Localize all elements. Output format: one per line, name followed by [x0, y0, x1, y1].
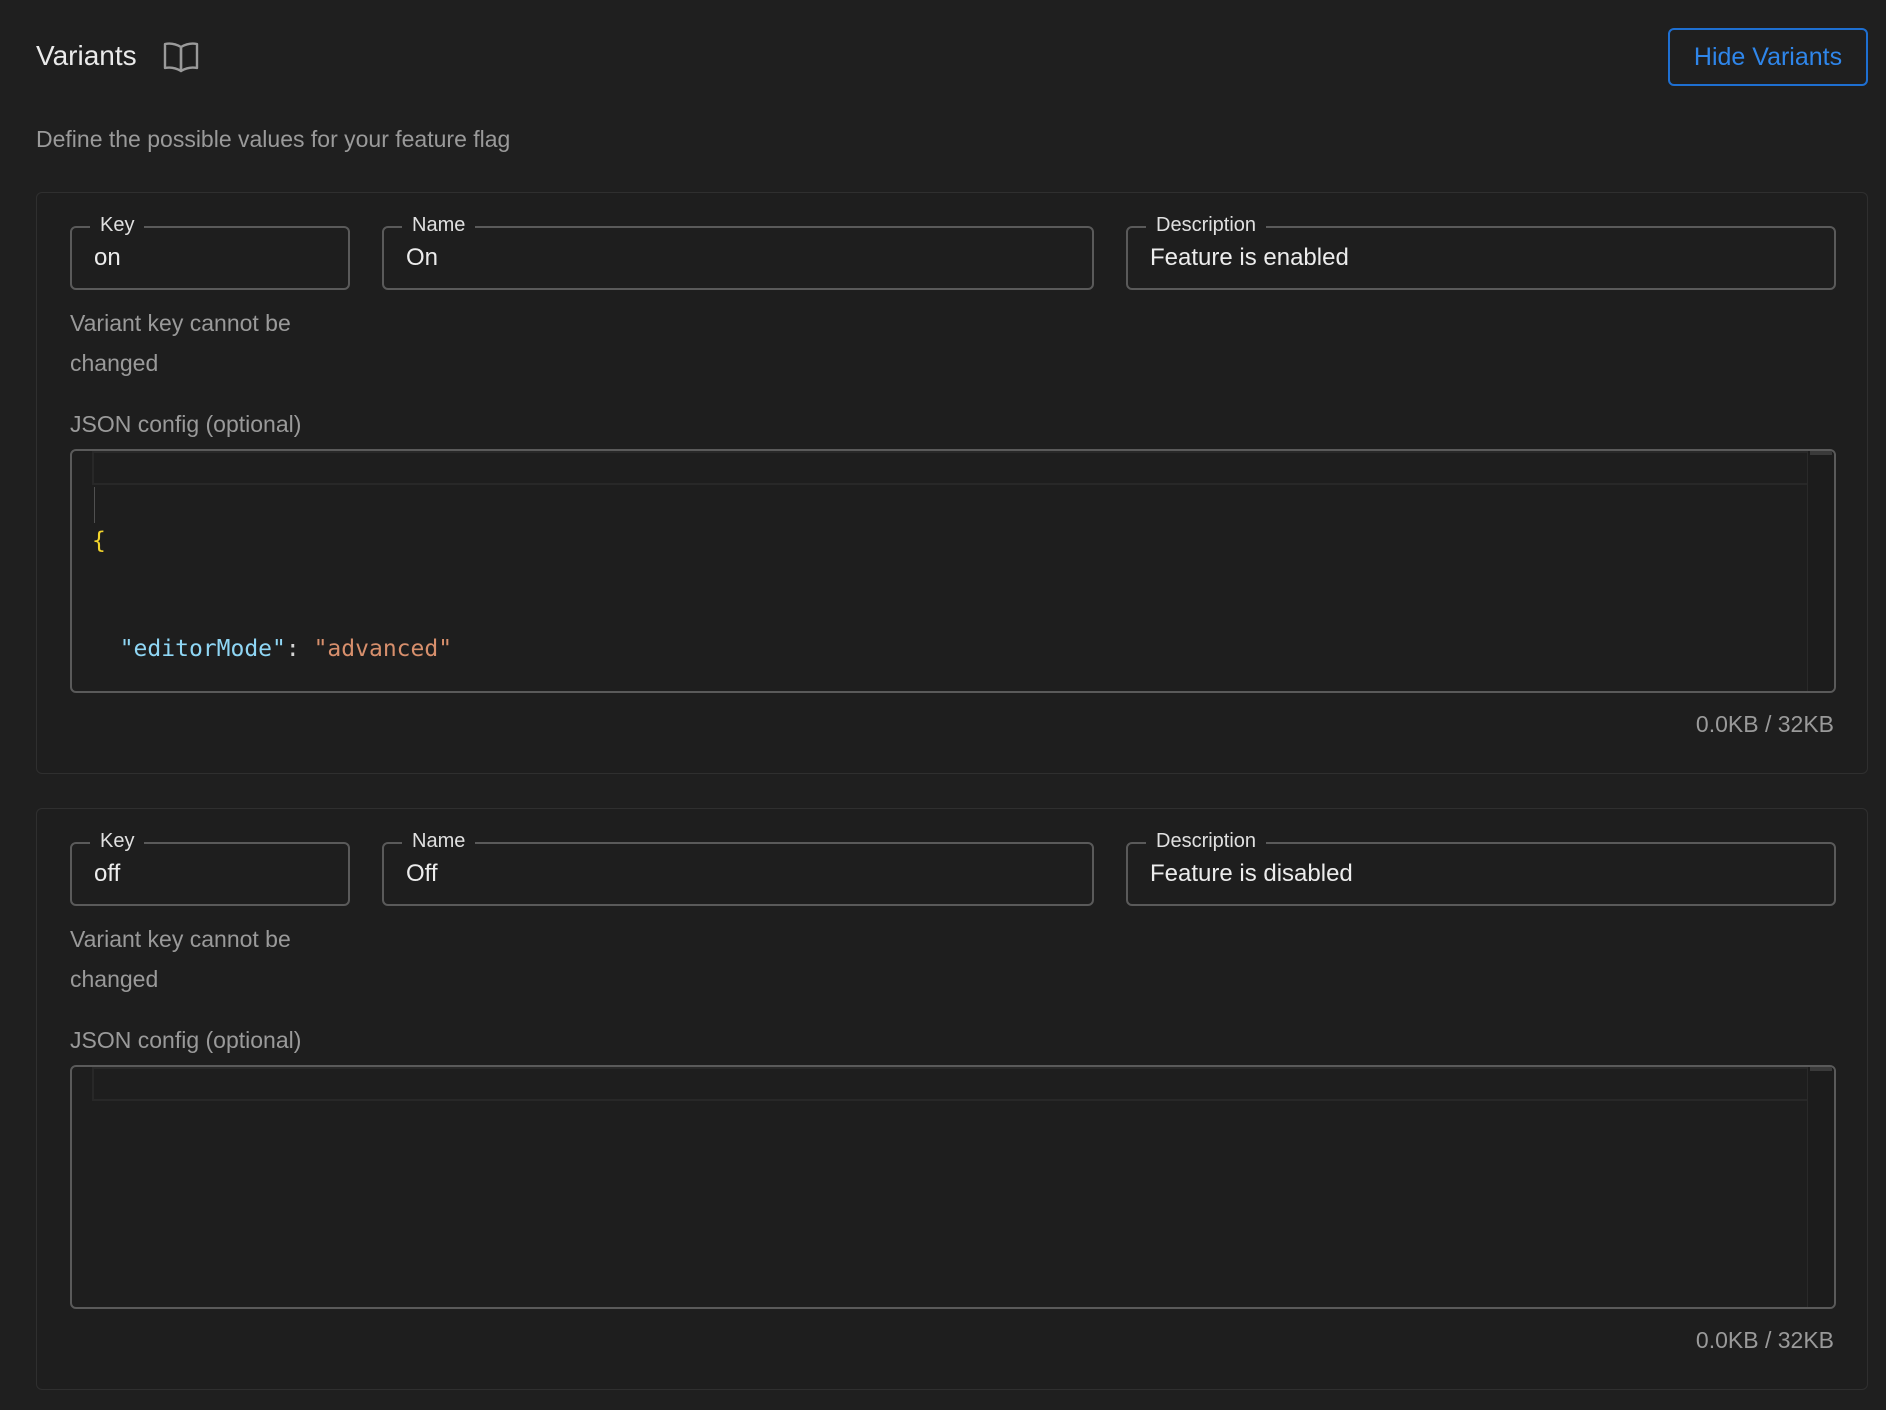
- json-colon: :: [285, 636, 314, 662]
- key-label: Key: [90, 829, 145, 853]
- variant-key-field[interactable]: Key on: [70, 213, 350, 290]
- section-title: Variants: [36, 40, 137, 71]
- key-label: Key: [90, 213, 145, 237]
- name-value: On: [406, 244, 439, 271]
- editor-scrollbar[interactable]: [1807, 1067, 1834, 1307]
- json-config-editor[interactable]: { "editorMode": "advanced" }: [70, 449, 1836, 693]
- variant-description-field[interactable]: Description Feature is disabled: [1126, 829, 1836, 906]
- variant-name-field[interactable]: Name On: [382, 213, 1094, 290]
- hide-variants-button[interactable]: Hide Variants: [1668, 28, 1868, 86]
- description-value: Feature is disabled: [1150, 860, 1353, 887]
- variant-key-field[interactable]: Key off: [70, 829, 350, 906]
- editor-scrollbar-thumb[interactable]: [1810, 451, 1832, 455]
- description-value: Feature is enabled: [1150, 244, 1349, 271]
- variants-panel: Variants Hide Variants Define the possib…: [0, 0, 1886, 1410]
- variant-name-field[interactable]: Name Off: [382, 829, 1094, 906]
- description-label: Description: [1146, 213, 1267, 237]
- name-label: Name: [402, 213, 476, 237]
- name-value: Off: [406, 860, 438, 887]
- json-size-readout: 0.0KB / 32KB: [1695, 711, 1834, 737]
- book-icon[interactable]: [162, 40, 200, 74]
- variant-description-field[interactable]: Description Feature is enabled: [1126, 213, 1836, 290]
- key-helper-text: Variant key cannot be changed: [70, 310, 291, 376]
- json-size-readout: 0.0KB / 32KB: [1695, 1327, 1834, 1353]
- key-value: on: [94, 244, 121, 271]
- description-label: Description: [1146, 829, 1267, 853]
- json-config-editor[interactable]: [70, 1065, 1836, 1309]
- editor-scrollbar-thumb[interactable]: [1810, 1067, 1832, 1071]
- section-subtitle: Define the possible values for your feat…: [36, 126, 511, 152]
- editor-scrollbar[interactable]: [1807, 451, 1834, 691]
- json-key: "editorMode": [119, 636, 286, 662]
- current-line-highlight: [92, 1067, 1832, 1101]
- key-helper-text: Variant key cannot be changed: [70, 926, 291, 992]
- key-value: off: [94, 860, 121, 887]
- variant-card: Key on Name On Description Feature is en…: [36, 192, 1868, 774]
- json-value: "advanced": [313, 636, 453, 662]
- json-code: { "editorMode": "advanced" }: [92, 451, 453, 691]
- json-open-brace: {: [92, 528, 106, 554]
- json-config-label: JSON config (optional): [70, 411, 302, 437]
- name-label: Name: [402, 829, 476, 853]
- json-config-label: JSON config (optional): [70, 1027, 302, 1053]
- variant-card: Key off Name Off Description Feature is …: [36, 808, 1868, 1390]
